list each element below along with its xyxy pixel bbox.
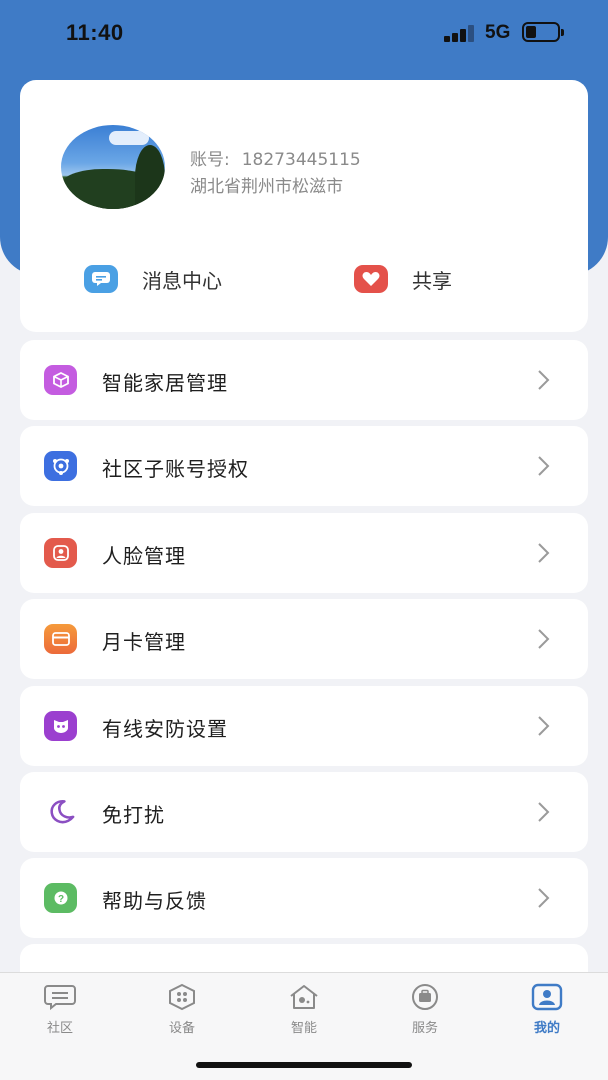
menu-item-do-not-disturb[interactable]: 免打扰 [20,772,588,852]
address: 湖北省荆州市松滋市 [190,177,343,197]
menu-item-security[interactable]: 有线安防设置 [20,686,588,766]
tab-community[interactable]: 社区 [20,983,100,1043]
status-time: 11:40 [66,20,124,45]
profile-card: 账号: 18273445115 湖北省荆州市松滋市 消息中心 共享 [20,80,588,332]
smart-icon [287,983,321,1011]
message-center-button[interactable]: 消息中心 [84,263,222,295]
tab-profile[interactable]: 我的 [507,983,587,1043]
chevron-right-icon [538,629,550,649]
chevron-right-icon [538,888,550,908]
menu-label: 人脸管理 [102,544,186,568]
chevron-right-icon [538,802,550,822]
status-bar: 11:40 5G [0,0,608,68]
profile-icon [530,983,564,1011]
tab-service[interactable]: 服务 [385,983,465,1043]
service-icon [408,983,442,1011]
chevron-right-icon [538,456,550,476]
help-icon: ? [44,883,77,913]
face-icon [44,538,77,568]
menu-label: 帮助与反馈 [102,889,207,913]
tab-label: 我的 [533,1021,560,1036]
menu-item-smart-home[interactable]: 智能家居管理 [20,340,588,420]
chevron-right-icon [538,543,550,563]
device-icon [165,983,199,1011]
signal-icon [444,24,476,42]
account-number: 18273445115 [241,150,361,170]
chevron-right-icon [538,716,550,736]
tab-device[interactable]: 设备 [142,983,222,1043]
tab-label: 设备 [168,1021,195,1036]
sub-account-icon [44,451,77,481]
chevron-right-icon [538,370,550,390]
network-type: 5G [485,22,511,43]
tab-label: 服务 [411,1021,438,1036]
battery-icon [522,22,564,42]
menu-label: 智能家居管理 [102,371,228,395]
tab-label: 社区 [46,1021,73,1036]
heart-icon [354,265,388,293]
moon-icon [44,797,77,827]
menu-item-help[interactable]: ? 帮助与反馈 [20,858,588,938]
card-icon [44,624,77,654]
smart-home-icon [44,365,77,395]
tab-label: 智能 [290,1021,317,1036]
account-line: 账号: 18273445115 [190,145,361,170]
tab-smart[interactable]: 智能 [264,983,344,1043]
menu-item-monthly-card[interactable]: 月卡管理 [20,599,588,679]
menu-label: 社区子账号授权 [102,457,249,481]
message-icon [84,265,118,293]
message-center-label: 消息中心 [142,268,222,293]
menu-item-face[interactable]: 人脸管理 [20,513,588,593]
community-icon [43,983,77,1011]
share-label: 共享 [412,268,452,293]
svg-text:?: ? [57,894,63,905]
menu-label: 月卡管理 [102,630,186,654]
account-label: 账号: [190,150,230,170]
home-indicator [196,1062,412,1068]
menu-label: 免打扰 [102,803,165,827]
share-button[interactable]: 共享 [354,263,452,295]
avatar[interactable] [61,125,165,209]
menu-label: 有线安防设置 [102,717,228,741]
security-icon [44,711,77,741]
menu-item-sub-account[interactable]: 社区子账号授权 [20,426,588,506]
